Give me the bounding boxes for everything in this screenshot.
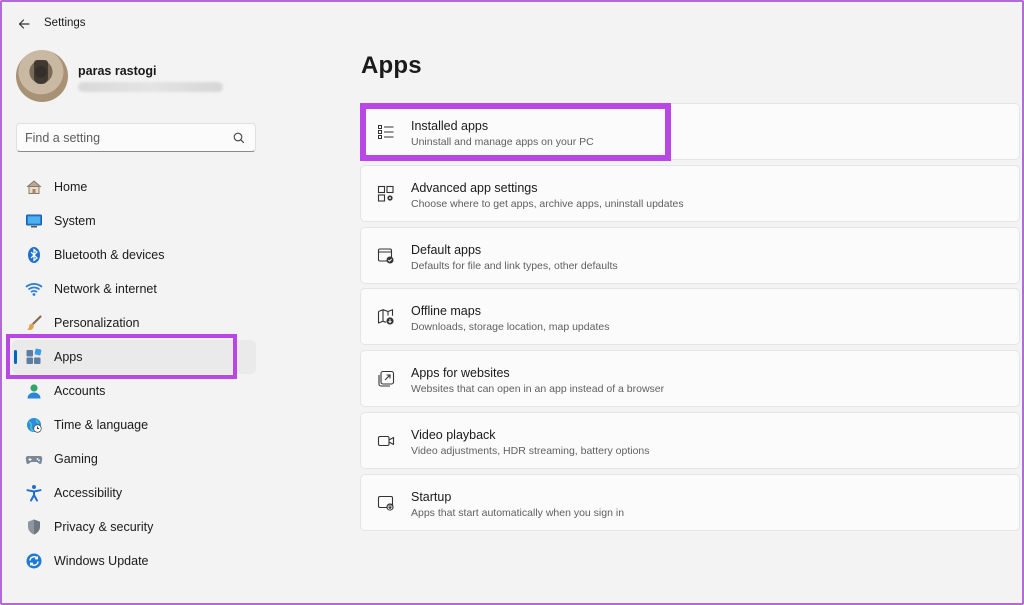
- sidebar-item-apps[interactable]: Apps: [12, 340, 256, 374]
- person-icon: [24, 381, 44, 401]
- sidebar-item-label: Home: [54, 180, 88, 194]
- default-apps-icon: [376, 246, 396, 266]
- sidebar-item-label: System: [54, 214, 96, 228]
- list-icon: [376, 122, 396, 142]
- sidebar-item-network[interactable]: Network & internet: [12, 272, 256, 306]
- sidebar-item-bluetooth[interactable]: Bluetooth & devices: [12, 238, 256, 272]
- sidebar-item-label: Network & internet: [54, 282, 157, 296]
- window-title: Settings: [44, 17, 86, 29]
- back-button[interactable]: [14, 14, 34, 34]
- gamepad-icon: [24, 449, 44, 469]
- sidebar-item-accounts[interactable]: Accounts: [12, 374, 256, 408]
- search-box[interactable]: [16, 123, 256, 152]
- startup-icon: [376, 493, 396, 513]
- search-input[interactable]: [25, 129, 225, 147]
- map-download-icon: [376, 307, 396, 327]
- user-profile[interactable]: paras rastogi: [16, 50, 256, 104]
- sidebar-item-gaming[interactable]: Gaming: [12, 442, 256, 476]
- sidebar-item-label: Accessibility: [54, 486, 123, 500]
- sidebar-item-windows-update[interactable]: Windows Update: [12, 544, 256, 578]
- profile-email-redacted: [78, 82, 223, 92]
- apps-icon: [24, 347, 44, 367]
- sidebar-item-accessibility[interactable]: Accessibility: [12, 476, 256, 510]
- sidebar-item-personalization[interactable]: Personalization: [12, 306, 256, 340]
- card-title: Installed apps: [411, 119, 489, 133]
- accessibility-icon: [24, 483, 44, 503]
- sidebar-item-label: Gaming: [54, 452, 98, 466]
- avatar: [16, 50, 68, 102]
- title-bar: Settings: [2, 2, 1022, 46]
- open-in-app-icon: [376, 369, 396, 389]
- sidebar-item-label: Bluetooth & devices: [54, 248, 165, 262]
- sidebar-item-label: Time & language: [54, 418, 149, 432]
- sidebar-item-label: Windows Update: [54, 554, 149, 568]
- sidebar-item-label: Personalization: [54, 316, 140, 330]
- card-title: Video playback: [411, 427, 496, 442]
- sidebar-item-label: Privacy & security: [54, 520, 154, 534]
- sidebar-nav: Home System Bluetooth & devices Network …: [12, 170, 256, 578]
- card-subtitle: Uninstall and manage apps on your PC: [411, 136, 594, 148]
- app-settings-icon: [376, 184, 396, 204]
- card-advanced-app-settings[interactable]: Advanced app settings Choose where to ge…: [360, 164, 1020, 222]
- card-startup[interactable]: Startup Apps that start automatically wh…: [360, 473, 1020, 531]
- card-offline-maps[interactable]: Offline maps Downloads, storage location…: [360, 288, 1020, 346]
- settings-cards: Installed apps Uninstall and manage apps…: [360, 103, 1020, 536]
- sidebar-item-label: Apps: [54, 350, 83, 364]
- card-subtitle: Video adjustments, HDR streaming, batter…: [411, 444, 650, 457]
- shield-icon: [24, 517, 44, 537]
- sidebar-item-privacy-security[interactable]: Privacy & security: [12, 510, 256, 544]
- brush-icon: [24, 313, 44, 333]
- video-icon: [376, 431, 396, 451]
- back-arrow-icon: [18, 19, 30, 29]
- wifi-icon: [24, 279, 44, 299]
- search-icon[interactable]: [232, 131, 246, 145]
- globe-clock-icon: [24, 415, 44, 435]
- sidebar-item-system[interactable]: System: [12, 204, 256, 238]
- card-installed-apps[interactable]: Installed apps Uninstall and manage apps…: [360, 103, 1020, 160]
- card-subtitle: Apps that start automatically when you s…: [411, 506, 625, 519]
- page-title: Apps: [361, 52, 422, 79]
- card-apps-for-websites[interactable]: Apps for websites Websites that can open…: [360, 350, 1020, 408]
- monitor-icon: [24, 211, 44, 231]
- home-icon: [24, 177, 44, 197]
- card-title: Offline maps: [411, 304, 481, 319]
- card-default-apps[interactable]: Default apps Defaults for file and link …: [360, 226, 1020, 284]
- bluetooth-icon: [24, 245, 44, 265]
- card-title: Startup: [411, 489, 452, 504]
- selected-indicator: [14, 350, 17, 364]
- card-video-playback[interactable]: Video playback Video adjustments, HDR st…: [360, 411, 1020, 469]
- sidebar-item-time-language[interactable]: Time & language: [12, 408, 256, 442]
- card-subtitle: Defaults for file and link types, other …: [411, 259, 618, 272]
- profile-name: paras rastogi: [78, 64, 157, 78]
- settings-window: Settings paras rastogi Home System: [0, 0, 1024, 605]
- sidebar-item-home[interactable]: Home: [12, 170, 256, 204]
- card-subtitle: Websites that can open in an app instead…: [411, 383, 665, 396]
- card-title: Default apps: [411, 242, 482, 257]
- card-subtitle: Downloads, storage location, map updates: [411, 321, 610, 334]
- update-icon: [24, 551, 44, 571]
- sidebar-item-label: Accounts: [54, 384, 106, 398]
- card-subtitle: Choose where to get apps, archive apps, …: [411, 197, 684, 210]
- card-title: Advanced app settings: [411, 180, 538, 195]
- card-title: Apps for websites: [411, 366, 510, 381]
